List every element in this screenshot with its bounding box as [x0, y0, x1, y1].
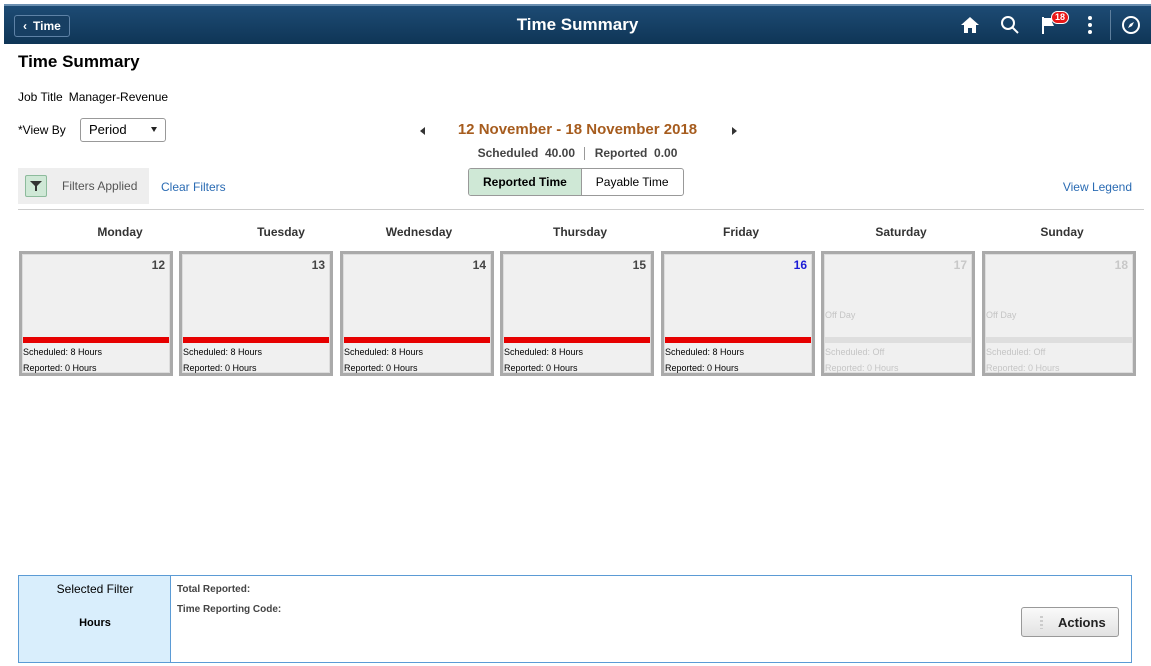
day-header-tuesday: Tuesday: [257, 225, 305, 239]
off-day-label: Off Day: [986, 310, 1017, 320]
filters-applied: Filters Applied: [18, 168, 149, 204]
day-cell-sunday[interactable]: 18 Off Day Scheduled: Off Reported: 0 Ho…: [982, 251, 1136, 376]
day-cell-wednesday[interactable]: 14 Scheduled: 8 Hours Reported: 0 Hours: [340, 251, 494, 376]
total-reported-label: Total Reported:: [177, 584, 251, 595]
filter-icon: [30, 181, 42, 191]
scheduled-hours: Scheduled: 8 Hours: [183, 347, 263, 357]
job-title-value: Manager-Revenue: [68, 90, 169, 104]
actions-button[interactable]: Actions: [1021, 607, 1119, 637]
detail-panel: Selected Filter Hours Total Reported: Ti…: [18, 575, 1132, 663]
day-number: 15: [632, 258, 646, 272]
selected-filter-label: Selected Filter: [56, 582, 134, 596]
reported-label: Reported: [594, 146, 648, 160]
day-number: 12: [151, 258, 165, 272]
divider: [18, 209, 1144, 210]
navbar-icon[interactable]: [1111, 6, 1151, 44]
top-banner: ‹ Time Time Summary 18: [4, 4, 1151, 44]
scheduled-bar: [183, 337, 329, 343]
back-label: Time: [33, 19, 61, 33]
scheduled-label: Scheduled: [477, 146, 539, 160]
reported-hours: Reported: 0 Hours: [825, 363, 899, 373]
scheduled-bar: [344, 337, 490, 343]
previous-period-button[interactable]: [416, 124, 428, 138]
job-title: Job Title Manager-Revenue: [18, 90, 168, 104]
selected-filter: Selected Filter Hours: [19, 576, 171, 662]
day-header-thursday: Thursday: [552, 225, 607, 239]
grip-icon: [1040, 616, 1043, 629]
reported-hours: Reported: 0 Hours: [183, 363, 257, 373]
job-title-label: Job Title: [18, 90, 63, 104]
day-header-sunday: Sunday: [1040, 225, 1084, 239]
chevron-left-icon: ‹: [23, 19, 27, 33]
reported-hours: Reported: 0 Hours: [344, 363, 418, 373]
day-cell-monday[interactable]: 12 Scheduled: 8 Hours Reported: 0 Hours: [19, 251, 173, 376]
day-number: 14: [472, 258, 486, 272]
selected-filter-value: Hours: [79, 617, 111, 629]
view-by-select[interactable]: Period: [80, 118, 166, 142]
scheduled-bar: [986, 337, 1132, 343]
home-icon[interactable]: [950, 6, 990, 44]
day-cell-tuesday[interactable]: 13 Scheduled: 8 Hours Reported: 0 Hours: [179, 251, 333, 376]
chevron-down-icon: [151, 127, 157, 132]
day-number: 18: [1114, 258, 1128, 272]
scheduled-hours: Scheduled: 8 Hours: [344, 347, 424, 357]
reported-hours: Reported: 0 Hours: [665, 363, 739, 373]
filter-button[interactable]: [25, 175, 47, 197]
scheduled-bar: [23, 337, 169, 343]
day-cell-friday[interactable]: 16 Scheduled: 8 Hours Reported: 0 Hours: [661, 251, 815, 376]
view-by-label: *View By: [18, 123, 66, 137]
time-reporting-code-label: Time Reporting Code:: [177, 604, 282, 615]
period-totals: Scheduled 40.00 Reported 0.00: [440, 146, 715, 161]
scheduled-hours: Scheduled: 8 Hours: [665, 347, 745, 357]
day-number: 13: [311, 258, 325, 272]
scheduled-hours: Scheduled: 8 Hours: [504, 347, 584, 357]
next-period-button[interactable]: [728, 124, 740, 138]
day-header-saturday: Saturday: [875, 225, 927, 239]
scheduled-hours: Scheduled: Off: [825, 347, 885, 357]
scheduled-bar: [665, 337, 811, 343]
reported-hours: Reported: 0 Hours: [504, 363, 578, 373]
day-number: 16: [793, 258, 807, 272]
scheduled-hours: Scheduled: 8 Hours: [23, 347, 103, 357]
scheduled-bar: [504, 337, 650, 343]
more-icon[interactable]: [1070, 6, 1110, 44]
arrow-right-icon: [731, 127, 737, 135]
day-header-wednesday: Wednesday: [385, 225, 453, 239]
reported-time-tab[interactable]: Reported Time: [469, 169, 582, 195]
view-legend-link[interactable]: View Legend: [1063, 180, 1132, 194]
page-title: Time Summary: [18, 52, 140, 71]
banner-actions: 18: [950, 6, 1151, 44]
reported-hours: Reported: 0 Hours: [23, 363, 97, 373]
day-number: 17: [953, 258, 967, 272]
day-header-friday: Friday: [722, 225, 759, 239]
time-type-toggle: Reported Time Payable Time: [468, 168, 684, 196]
filters-applied-label: Filters Applied: [62, 179, 138, 193]
flag-icon[interactable]: 18: [1030, 6, 1070, 44]
off-day-label: Off Day: [825, 310, 856, 320]
day-cell-thursday[interactable]: 15 Scheduled: 8 Hours Reported: 0 Hours: [500, 251, 654, 376]
day-header-monday: Monday: [97, 225, 143, 239]
view-by-value: Period: [89, 122, 127, 137]
scheduled-value: 40.00: [544, 146, 575, 160]
back-button[interactable]: ‹ Time: [14, 15, 70, 37]
clear-filters-link[interactable]: Clear Filters: [161, 180, 226, 194]
scheduled-bar: [825, 337, 971, 343]
reported-hours: Reported: 0 Hours: [986, 363, 1060, 373]
reported-value: 0.00: [654, 146, 678, 160]
period-range: 12 November - 18 November 2018: [457, 121, 698, 138]
scheduled-hours: Scheduled: Off: [986, 347, 1046, 357]
payable-time-tab[interactable]: Payable Time: [582, 169, 683, 195]
day-cell-saturday[interactable]: 17 Off Day Scheduled: Off Reported: 0 Ho…: [821, 251, 975, 376]
arrow-left-icon: [419, 127, 425, 135]
totals-divider: [584, 147, 586, 161]
search-icon[interactable]: [990, 6, 1030, 44]
actions-label: Actions: [1058, 615, 1106, 630]
notification-count: 18: [1051, 11, 1070, 24]
